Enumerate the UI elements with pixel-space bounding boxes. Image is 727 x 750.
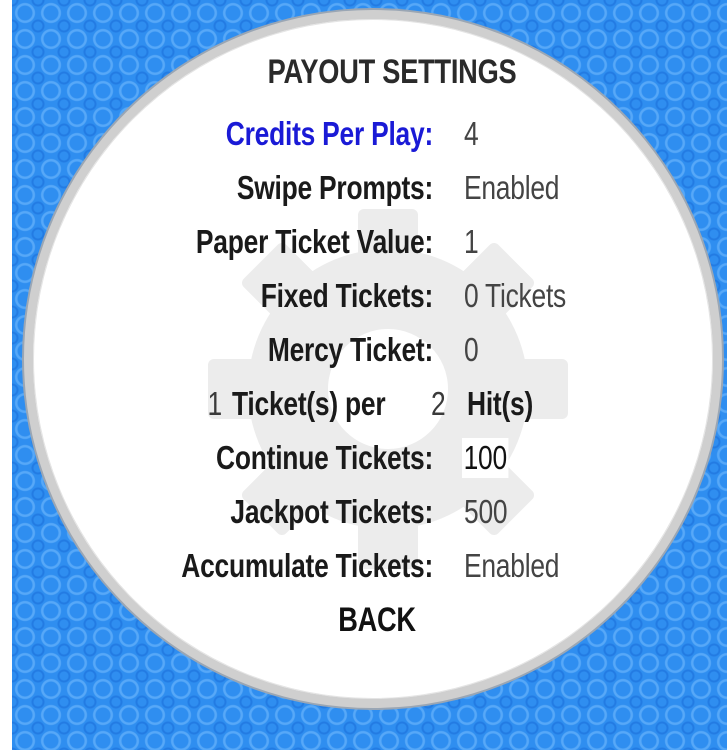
accumulate-tickets-label: Accumulate Tickets: bbox=[181, 547, 433, 584]
hits-count-value: 2 bbox=[431, 385, 446, 422]
swipe-prompts-value: Enabled bbox=[464, 169, 560, 206]
swipe-prompts-label: Swipe Prompts: bbox=[236, 169, 433, 206]
jackpot-tickets-label: Jackpot Tickets: bbox=[230, 493, 433, 530]
paper-ticket-value-label: Paper Ticket Value: bbox=[195, 223, 433, 260]
credits-per-play-value: 4 bbox=[464, 115, 479, 152]
tickets-per-label: Ticket(s) per bbox=[232, 385, 386, 422]
credits-per-play-label: Credits Per Play: bbox=[225, 115, 433, 152]
back-button[interactable]: BACK bbox=[257, 600, 497, 640]
continue-tickets-label: Continue Tickets: bbox=[216, 439, 433, 476]
fixed-tickets-label: Fixed Tickets: bbox=[260, 277, 433, 314]
accumulate-tickets-value: Enabled bbox=[464, 547, 560, 584]
mercy-ticket-value: 0 bbox=[464, 331, 479, 368]
page-title: PAYOUT SETTINGS bbox=[267, 53, 517, 91]
hits-label: Hit(s) bbox=[467, 385, 534, 422]
fixed-tickets-value: 0 Tickets bbox=[464, 277, 567, 314]
tickets-count-value: 1 bbox=[207, 385, 223, 422]
jackpot-tickets-value: 500 bbox=[464, 493, 508, 530]
continue-tickets-value: 100 bbox=[462, 438, 509, 478]
paper-ticket-value-value: 1 bbox=[464, 223, 479, 260]
payout-settings-screen: PAYOUT SETTINGS Credits Per Play: 4 Swip… bbox=[12, 0, 727, 750]
mercy-ticket-label: Mercy Ticket: bbox=[267, 331, 433, 368]
